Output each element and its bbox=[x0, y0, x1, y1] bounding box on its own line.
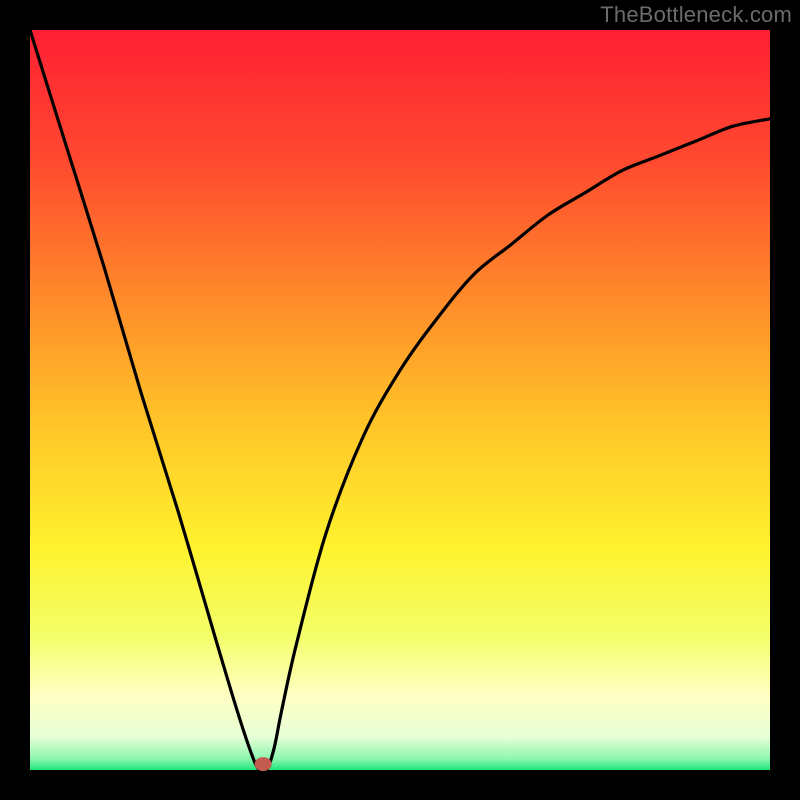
optimum-marker bbox=[255, 757, 272, 771]
plot-background bbox=[30, 30, 770, 770]
chart-stage: TheBottleneck.com bbox=[0, 0, 800, 800]
chart-svg bbox=[0, 0, 800, 800]
watermark-text: TheBottleneck.com bbox=[600, 2, 792, 28]
